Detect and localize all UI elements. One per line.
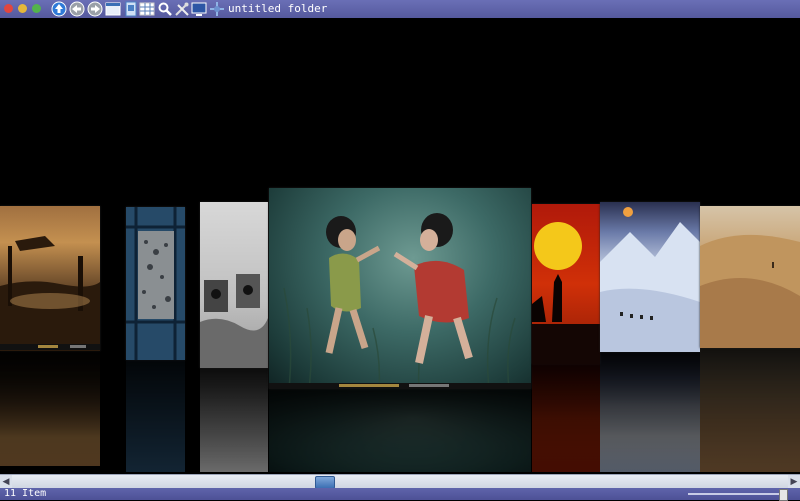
desert-dunes-reflection (700, 348, 800, 472)
bw-art-photo[interactable] (200, 202, 268, 368)
monitor-icon[interactable] (191, 1, 207, 17)
sun-silhouette-reflection (532, 364, 600, 472)
document-icon[interactable] (123, 1, 139, 17)
stone-texture-reflection (126, 360, 185, 472)
tools-icon[interactable] (174, 1, 190, 17)
browser-icon[interactable] (105, 1, 121, 17)
forward-icon[interactable] (87, 1, 103, 17)
scroll-right-button[interactable]: ▶ (788, 475, 800, 488)
fishermen-sunset-photo[interactable] (0, 206, 100, 351)
underwater-women-photo[interactable] (269, 188, 531, 389)
status-bar: 11 Item (0, 488, 800, 501)
item-count: 11 Item (4, 488, 47, 499)
underwater-women-reflection (269, 389, 531, 472)
search-icon[interactable] (157, 1, 173, 17)
snow-mountain-reflection (600, 352, 700, 472)
zoom-button[interactable] (32, 4, 41, 13)
transform-icon[interactable] (209, 1, 225, 17)
snow-mountain-photo[interactable] (600, 202, 700, 352)
scroll-left-button[interactable]: ◀ (0, 475, 12, 488)
coverflow-view[interactable] (0, 18, 800, 474)
horizontal-scrollbar[interactable]: ◀ ▶ (0, 474, 800, 489)
zoom-slider-track[interactable] (688, 493, 784, 495)
minimize-button[interactable] (18, 4, 27, 13)
sun-silhouette-photo[interactable] (532, 204, 600, 364)
back-icon[interactable] (69, 1, 85, 17)
bw-art-reflection (200, 368, 268, 472)
zoom-slider-thumb[interactable] (779, 489, 788, 501)
close-button[interactable] (4, 4, 13, 13)
grid-view-icon[interactable] (139, 1, 155, 17)
window-title: untitled folder (228, 2, 328, 15)
toolbar: untitled folder (0, 0, 800, 19)
stone-texture-photo[interactable] (126, 207, 185, 360)
fishermen-sunset-reflection (0, 351, 100, 466)
up-arrow-icon[interactable] (51, 1, 67, 17)
desert-dunes-photo[interactable] (700, 206, 800, 348)
